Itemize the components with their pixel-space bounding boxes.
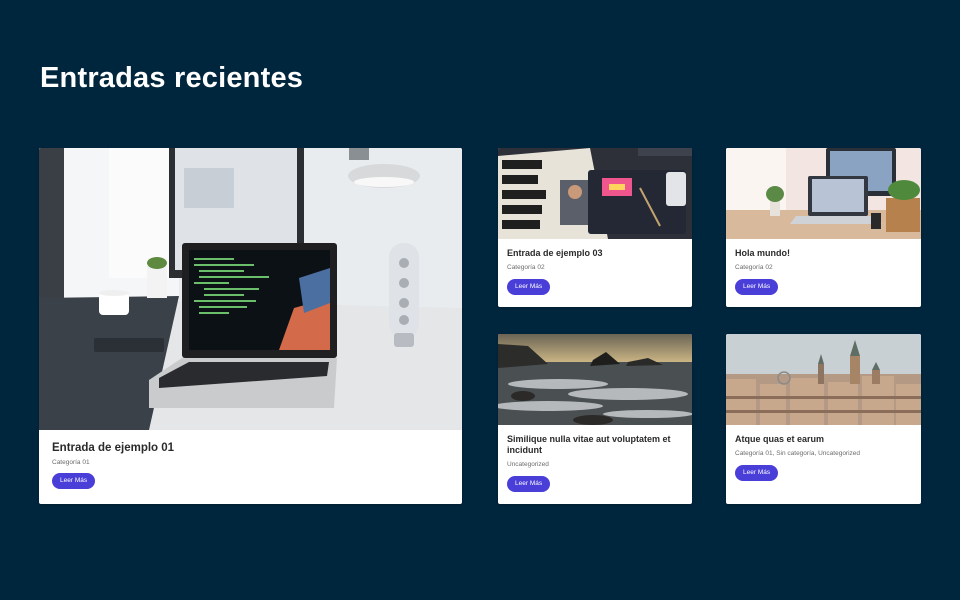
post-thumbnail-laptop-desk[interactable] [39, 148, 462, 430]
section-title: Entradas recientes [40, 62, 304, 94]
read-more-button[interactable]: Leer Más [735, 279, 779, 295]
post-categories[interactable]: Categoría 01, Sin categoría, Uncategoriz… [735, 450, 912, 457]
post-title[interactable]: Atque quas et earum [735, 434, 912, 445]
post-thumbnail-workspace[interactable] [726, 148, 921, 239]
post-title[interactable]: Entrada de ejemplo 03 [507, 248, 683, 259]
post-categories[interactable]: Categoría 02 [507, 264, 683, 271]
read-more-button[interactable]: Leer Más [735, 465, 779, 481]
post-card[interactable]: Entrada de ejemplo 03 Categoría 02 Leer … [498, 148, 692, 307]
read-more-button[interactable]: Leer Más [507, 476, 551, 492]
post-card[interactable]: Hola mundo! Categoría 02 Leer Más [726, 148, 921, 307]
post-thumbnail-magazine[interactable] [498, 148, 692, 239]
post-card[interactable]: Similique nulla vitae aut voluptatem et … [498, 334, 692, 504]
post-thumbnail-city[interactable] [726, 334, 921, 425]
post-card[interactable]: Atque quas et earum Categoría 01, Sin ca… [726, 334, 921, 504]
post-thumbnail-seascape[interactable] [498, 334, 692, 425]
read-more-button[interactable]: Leer Más [507, 279, 551, 295]
post-title[interactable]: Hola mundo! [735, 248, 912, 259]
post-card-featured[interactable]: Entrada de ejemplo 01 Categoría 01 Leer … [39, 148, 462, 504]
post-categories[interactable]: Categoría 01 [52, 459, 449, 466]
post-title[interactable]: Entrada de ejemplo 01 [52, 441, 449, 455]
read-more-button[interactable]: Leer Más [52, 473, 96, 489]
post-categories[interactable]: Uncategorized [507, 461, 683, 468]
post-categories[interactable]: Categoría 02 [735, 264, 912, 271]
post-title[interactable]: Similique nulla vitae aut voluptatem et … [507, 434, 683, 456]
